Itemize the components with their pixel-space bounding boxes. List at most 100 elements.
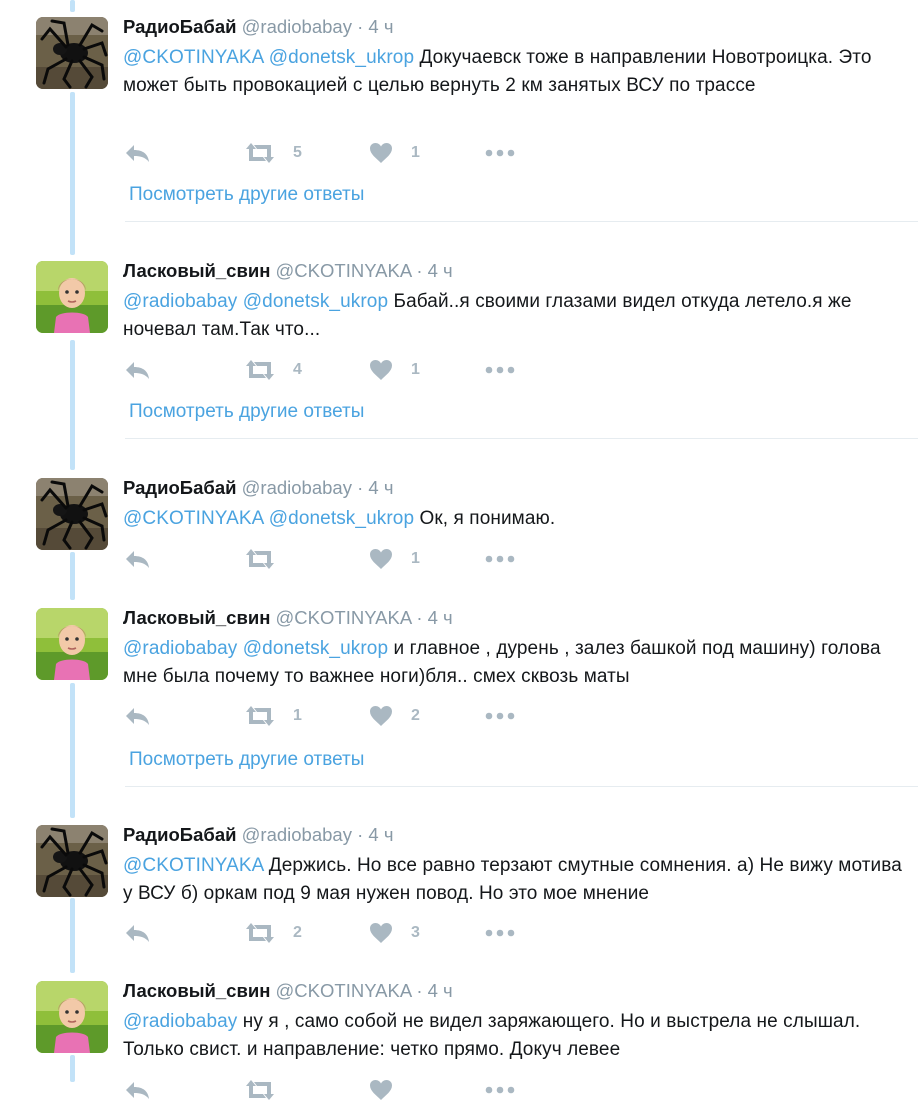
retweet-icon [246,1080,274,1100]
twitter-thread: РадиоБабай @radiobabay · 4 ч @CKOTINYAKA… [0,0,918,1100]
reply-icon [126,708,149,725]
heart-icon [370,706,392,726]
author-handle[interactable]: @radiobabay [242,824,352,845]
like-button[interactable]: 2 [369,701,420,731]
spider-avatar-icon [36,17,108,89]
avatar[interactable] [36,261,108,333]
author-handle[interactable]: @CKOTINYAKA [276,607,412,628]
author-handle[interactable]: @radiobabay [242,16,352,37]
tweet-text: @CKOTINYAKA Держись. Но все равно терзаю… [123,852,903,908]
tweet-timestamp[interactable]: 4 ч [368,477,393,498]
avatar[interactable] [36,825,108,897]
show-more-replies-link[interactable]: Посмотреть другие ответы [129,184,364,206]
tweet-actions: 1 2 [123,701,543,731]
separator-dot: · [357,477,364,498]
separator-dot: · [357,16,364,37]
reply-button[interactable] [123,1075,151,1105]
more-actions-button[interactable] [485,544,515,574]
heart-icon [370,549,392,569]
tweet-timestamp[interactable]: 4 ч [428,260,453,281]
retweet-button[interactable] [245,1075,293,1105]
like-button[interactable]: 1 [369,355,420,385]
author-name[interactable]: РадиоБабай [123,477,236,498]
tweet-header: РадиоБабай @radiobabay · 4 ч [123,16,903,38]
author-handle[interactable]: @radiobabay [242,477,352,498]
reply-button[interactable] [123,701,151,731]
heart-icon [370,1080,392,1100]
show-more-replies-link[interactable]: Посмотреть другие ответы [129,749,364,771]
mention-links[interactable]: @CKOTINYAKA @donetsk_ukrop [123,508,414,529]
tweet-content: Ласковый_свин @CKOTINYAKA · 4 ч @radioba… [123,980,903,1064]
more-dots-icon [485,149,515,157]
separator-dot: · [416,980,423,1001]
spider-avatar-icon [36,825,108,897]
reply-icon [126,362,149,379]
avatar[interactable] [36,478,108,550]
author-name[interactable]: РадиоБабай [123,16,236,37]
reply-button[interactable] [123,355,151,385]
author-name[interactable]: РадиоБабай [123,824,236,845]
tweet-content: РадиоБабай @radiobabay · 4 ч @CKOTINYAKA… [123,477,903,533]
like-button[interactable]: 1 [369,138,420,168]
retweet-button[interactable]: 1 [245,701,302,731]
avatar[interactable] [36,608,108,680]
more-dots-icon [485,712,515,720]
retweet-button[interactable] [245,544,293,574]
tweet-timestamp[interactable]: 4 ч [368,824,393,845]
tweet-timestamp[interactable]: 4 ч [428,980,453,1001]
more-actions-button[interactable] [485,701,515,731]
more-actions-button[interactable] [485,355,515,385]
tweet-content: РадиоБабай @radiobabay · 4 ч @CKOTINYAKA… [123,824,903,908]
author-handle[interactable]: @CKOTINYAKA [276,260,412,281]
tweet-text: @radiobabay @donetsk_ukrop и главное , д… [123,635,903,691]
show-more-replies-link[interactable]: Посмотреть другие ответы [129,401,364,423]
tweet-timestamp[interactable]: 4 ч [368,16,393,37]
thread-line [70,898,75,973]
mention-links[interactable]: @CKOTINYAKA [123,855,263,876]
thread-line [70,683,75,818]
retweet-button[interactable]: 5 [245,138,302,168]
tweet-timestamp[interactable]: 4 ч [428,607,453,628]
tweet-body: Ок, я понимаю. [414,508,556,529]
like-button[interactable] [369,1075,411,1105]
avatar[interactable] [36,17,108,89]
like-button[interactable]: 1 [369,544,420,574]
retweet-icon [246,549,274,569]
more-dots-icon [485,366,515,374]
tweet-actions: 1 [123,544,543,574]
retweet-count: 4 [293,361,302,378]
tweet-text: @CKOTINYAKA @donetsk_ukrop Ок, я понимаю… [123,505,903,533]
girl-avatar-icon [36,981,108,1053]
thread-line [70,340,75,470]
retweet-icon [246,923,274,943]
tweet-content: РадиоБабай @radiobabay · 4 ч @CKOTINYAKA… [123,16,903,100]
more-actions-button[interactable] [485,138,515,168]
retweet-button[interactable]: 2 [245,918,302,948]
tweet-text: @radiobabay @donetsk_ukrop Бабай..я свои… [123,288,903,344]
like-count: 1 [411,144,420,161]
like-count: 1 [411,361,420,378]
separator [125,438,918,439]
reply-button[interactable] [123,918,151,948]
mention-links[interactable]: @radiobabay @donetsk_ukrop [123,291,388,312]
more-actions-button[interactable] [485,1075,515,1105]
avatar[interactable] [36,981,108,1053]
author-name[interactable]: Ласковый_свин [123,980,270,1001]
heart-icon [370,360,392,380]
tweet-header: Ласковый_свин @CKOTINYAKA · 4 ч [123,980,903,1002]
reply-button[interactable] [123,544,151,574]
reply-button[interactable] [123,138,151,168]
like-button[interactable]: 3 [369,918,420,948]
tweet-content: Ласковый_свин @CKOTINYAKA · 4 ч @radioba… [123,607,903,691]
retweet-icon [246,706,274,726]
mention-links[interactable]: @radiobabay @donetsk_ukrop [123,638,388,659]
more-actions-button[interactable] [485,918,515,948]
spider-avatar-icon [36,478,108,550]
retweet-button[interactable]: 4 [245,355,302,385]
reply-icon [126,551,149,568]
author-name[interactable]: Ласковый_свин [123,607,270,628]
mention-links[interactable]: @CKOTINYAKA @donetsk_ukrop [123,47,414,68]
author-name[interactable]: Ласковый_свин [123,260,270,281]
mention-links[interactable]: @radiobabay [123,1011,237,1032]
author-handle[interactable]: @CKOTINYAKA [276,980,412,1001]
